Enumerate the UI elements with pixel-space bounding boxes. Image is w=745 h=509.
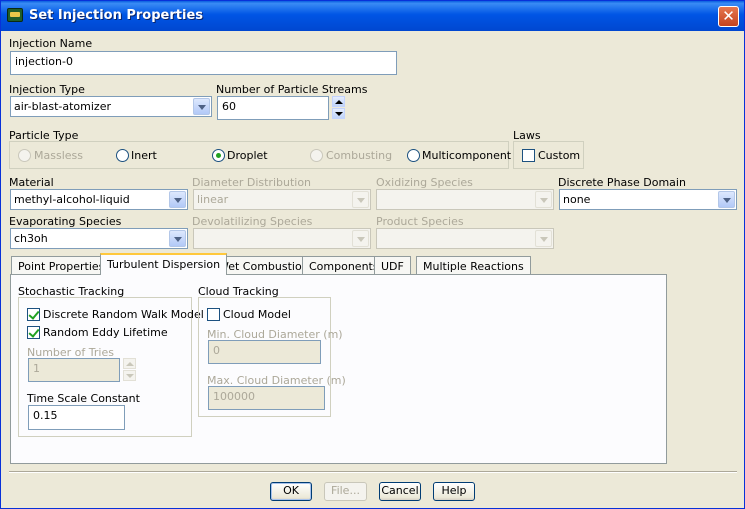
injection-type-value: air-blast-atomizer bbox=[14, 100, 111, 113]
diameter-distribution-value: linear bbox=[197, 193, 229, 206]
particle-type-group: Massless Inert Droplet Combusting Multic… bbox=[9, 141, 512, 169]
turbulent-dispersion-panel: Stochastic Tracking Discrete Random Walk… bbox=[10, 274, 667, 464]
radio-inert[interactable] bbox=[116, 149, 129, 162]
chevron-down-icon bbox=[535, 230, 552, 247]
chevron-down-icon bbox=[535, 191, 552, 208]
material-label: Material bbox=[9, 176, 54, 189]
devolatilizing-species-select[interactable] bbox=[193, 228, 371, 249]
diameter-distribution-select[interactable]: linear bbox=[193, 189, 371, 210]
radio-droplet[interactable] bbox=[212, 149, 225, 162]
number-of-tries-stepper[interactable] bbox=[123, 358, 136, 382]
tab-udf[interactable]: UDF bbox=[374, 256, 411, 275]
oxidizing-species-select[interactable] bbox=[376, 189, 554, 210]
devolatilizing-species-label: Devolatilizing Species bbox=[192, 215, 313, 228]
eddy-lifetime-label: Random Eddy Lifetime bbox=[43, 326, 168, 339]
radio-multicomponent[interactable] bbox=[407, 149, 420, 162]
cloud-model-checkbox[interactable] bbox=[207, 308, 220, 321]
particle-streams-label: Number of Particle Streams bbox=[216, 83, 368, 96]
custom-checkbox[interactable] bbox=[522, 149, 535, 162]
product-species-select[interactable] bbox=[376, 228, 554, 249]
material-select[interactable]: methyl-alcohol-liquid bbox=[10, 189, 188, 210]
arrow-down-icon[interactable] bbox=[123, 370, 136, 381]
chevron-down-icon[interactable] bbox=[193, 98, 210, 115]
app-icon bbox=[7, 8, 23, 22]
radio-massless[interactable] bbox=[18, 149, 31, 162]
radio-combusting-label: Combusting bbox=[326, 149, 393, 162]
chevron-down-icon[interactable] bbox=[169, 191, 186, 208]
discrete-phase-domain-select[interactable]: none bbox=[559, 189, 737, 210]
radio-combusting[interactable] bbox=[310, 149, 323, 162]
custom-checkbox-label: Custom bbox=[538, 149, 581, 162]
radio-multicomponent-label: Multicomponent bbox=[422, 149, 512, 162]
radio-inert-label: Inert bbox=[131, 149, 157, 162]
arrow-down-icon[interactable] bbox=[332, 108, 345, 119]
dialog-title: Set Injection Properties bbox=[29, 8, 204, 23]
chevron-down-icon bbox=[352, 191, 369, 208]
injection-type-label: Injection Type bbox=[9, 83, 85, 96]
evaporating-species-select[interactable]: ch3oh bbox=[10, 228, 188, 249]
cancel-button[interactable]: Cancel bbox=[379, 482, 421, 501]
injection-type-select[interactable]: air-blast-atomizer bbox=[10, 96, 212, 117]
evaporating-species-label: Evaporating Species bbox=[9, 215, 122, 228]
radio-massless-label: Massless bbox=[34, 149, 83, 162]
chevron-down-icon bbox=[352, 230, 369, 247]
time-scale-label: Time Scale Constant bbox=[27, 392, 140, 405]
radio-droplet-label: Droplet bbox=[227, 149, 268, 162]
stochastic-tracking-group: Discrete Random Walk Model Random Eddy L… bbox=[18, 297, 204, 437]
tab-point-properties[interactable]: Point Properties bbox=[11, 256, 112, 275]
cloud-tracking-group: Cloud Model Min. Cloud Diameter (m) 0 Ma… bbox=[198, 297, 346, 417]
random-walk-checkbox[interactable] bbox=[27, 308, 40, 321]
particle-streams-input[interactable]: 60 bbox=[217, 96, 329, 120]
oxidizing-species-label: Oxidizing Species bbox=[376, 176, 473, 189]
chevron-down-icon[interactable] bbox=[169, 230, 186, 247]
arrow-up-icon[interactable] bbox=[332, 96, 345, 107]
laws-group: Custom bbox=[513, 141, 584, 169]
ok-button[interactable]: OK bbox=[270, 482, 312, 501]
discrete-phase-domain-value: none bbox=[563, 193, 591, 206]
injection-name-input[interactable]: injection-0 bbox=[10, 51, 397, 75]
product-species-label: Product Species bbox=[376, 215, 464, 228]
close-icon[interactable]: ✕ bbox=[718, 6, 739, 27]
diameter-distribution-label: Diameter Distribution bbox=[192, 176, 312, 189]
cloud-model-label: Cloud Model bbox=[223, 308, 291, 321]
chevron-down-icon[interactable] bbox=[718, 191, 735, 208]
particle-streams-stepper[interactable] bbox=[332, 96, 345, 120]
tab-turbulent-dispersion[interactable]: Turbulent Dispersion bbox=[100, 253, 228, 275]
material-value: methyl-alcohol-liquid bbox=[14, 193, 130, 206]
file-button[interactable]: File... bbox=[324, 482, 367, 501]
injection-name-label: Injection Name bbox=[9, 37, 93, 50]
eddy-lifetime-checkbox[interactable] bbox=[27, 326, 40, 339]
discrete-phase-domain-label: Discrete Phase Domain bbox=[558, 176, 686, 189]
help-button[interactable]: Help bbox=[433, 482, 475, 501]
bottom-separator bbox=[9, 471, 737, 473]
arrow-up-icon[interactable] bbox=[123, 358, 136, 369]
evaporating-species-value: ch3oh bbox=[14, 232, 48, 245]
number-of-tries-input[interactable]: 1 bbox=[28, 358, 120, 382]
min-cloud-diameter-input[interactable]: 0 bbox=[208, 340, 321, 364]
title-bar: Set Injection Properties ✕ bbox=[1, 1, 744, 31]
tab-multiple-reactions[interactable]: Multiple Reactions bbox=[416, 256, 531, 275]
time-scale-input[interactable]: 0.15 bbox=[28, 405, 125, 430]
random-walk-label: Discrete Random Walk Model bbox=[43, 308, 204, 321]
set-injection-properties-dialog: Set Injection Properties ✕ Injection Nam… bbox=[0, 0, 745, 509]
max-cloud-diameter-input[interactable]: 100000 bbox=[208, 386, 325, 410]
